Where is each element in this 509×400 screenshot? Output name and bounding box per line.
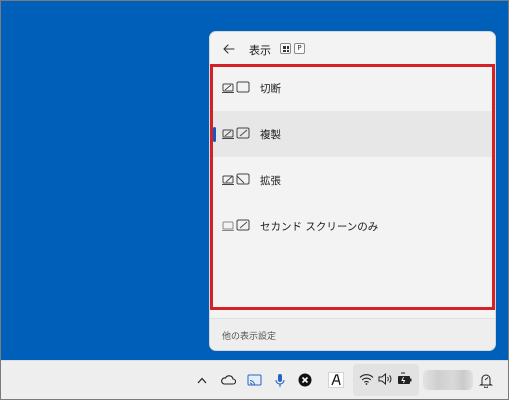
- flyout-header: 表示 P: [210, 32, 495, 65]
- flyout-footer: 他の表示設定: [210, 318, 495, 350]
- font-tray-button[interactable]: [327, 371, 345, 389]
- microphone-icon: [275, 373, 285, 387]
- option-second-screen-only[interactable]: セカンド スクリーンのみ: [210, 203, 495, 249]
- show-hidden-icons-button[interactable]: [193, 371, 211, 389]
- second-screen-only-icon: [222, 219, 250, 231]
- project-flyout: 表示 P 切断 複製 拡張 セカンド スクリーンのみ 他の表示設定: [209, 31, 496, 351]
- quick-settings-button[interactable]: [353, 364, 419, 396]
- cast-icon: [247, 374, 261, 385]
- more-display-settings-link[interactable]: 他の表示設定: [222, 329, 276, 342]
- xbox-tray-button[interactable]: [296, 371, 314, 389]
- windows-logo-icon: [283, 46, 289, 52]
- disconnect-icon: [222, 81, 250, 93]
- option-disconnect[interactable]: 切断: [210, 65, 495, 111]
- duplicate-icon: [222, 127, 250, 139]
- back-button[interactable]: [220, 40, 238, 58]
- battery-icon: [398, 372, 412, 384]
- arrow-left-icon: [223, 44, 235, 54]
- cast-tray-button[interactable]: [245, 371, 263, 389]
- p-key-hint: P: [294, 43, 305, 54]
- chevron-up-icon: [197, 377, 207, 383]
- xbox-icon: [298, 373, 312, 387]
- option-label: 複製: [260, 129, 281, 141]
- extend-icon: [222, 173, 250, 185]
- flyout-title: 表示: [249, 44, 271, 57]
- microphone-tray-button[interactable]: [271, 371, 289, 389]
- wifi-icon: [359, 374, 374, 385]
- speaker-icon: [378, 373, 392, 385]
- option-duplicate[interactable]: 複製: [210, 111, 495, 157]
- option-label: 切断: [260, 83, 281, 95]
- taskbar: [1, 360, 508, 399]
- font-a-icon: [328, 372, 344, 388]
- onedrive-icon: [221, 375, 236, 385]
- notification-center-button[interactable]: [477, 371, 495, 389]
- projection-option-list: 切断 複製 拡張 セカンド スクリーンのみ: [210, 65, 495, 249]
- option-label: セカンド スクリーンのみ: [260, 221, 379, 233]
- onedrive-tray-button[interactable]: [219, 371, 237, 389]
- notification-icon: [479, 373, 493, 388]
- option-extend[interactable]: 拡張: [210, 157, 495, 203]
- clock-blurred[interactable]: [423, 370, 473, 390]
- windows-key-hint: [280, 43, 291, 54]
- option-label: 拡張: [260, 175, 281, 187]
